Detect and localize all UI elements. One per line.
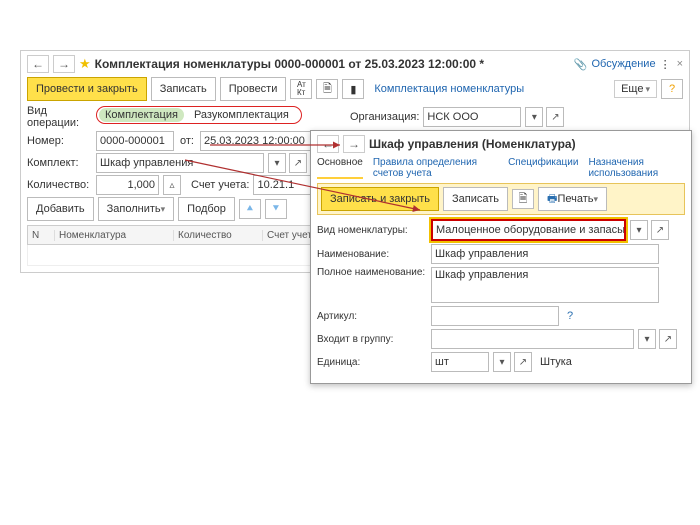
nested-forward-button[interactable]: → xyxy=(343,135,365,153)
kit-field[interactable]: Шкаф управления xyxy=(96,153,264,173)
org-label: Организация: xyxy=(350,111,419,123)
name-field[interactable]: Шкаф управления xyxy=(431,244,659,264)
write-button[interactable]: Записать xyxy=(151,77,216,101)
kit-label: Комплект: xyxy=(27,157,92,169)
fullname-field[interactable]: Шкаф управления xyxy=(431,267,659,303)
window-title: Комплектация номенклатуры 0000-000001 от… xyxy=(95,57,484,71)
op-type-tabs: Комплектация Разукомплектация xyxy=(96,106,302,124)
number-field[interactable]: 0000-000001 xyxy=(96,131,174,151)
unit-dropdown-icon[interactable]: ▾ xyxy=(493,352,511,372)
fill-button[interactable]: Заполнить ▾ xyxy=(98,197,175,221)
fullname-label: Полное наименование: xyxy=(317,267,427,278)
type-open-icon[interactable]: ↗ xyxy=(651,220,669,240)
nested-print-button[interactable]: 🖶 Печать ▾ xyxy=(538,187,607,211)
unit-full-label: Штука xyxy=(540,356,572,368)
add-button[interactable]: Добавить xyxy=(27,197,94,221)
nested-toolbar: Записать и закрыть Записать 🗎 🖶 Печать ▾ xyxy=(317,183,685,215)
nested-window: ← → Шкаф управления (Номенклатура) Основ… xyxy=(310,130,692,384)
type-field[interactable]: Малоценное оборудование и запасы xyxy=(431,219,626,241)
op-type-label: Вид операции: xyxy=(27,105,92,129)
move-down-icon[interactable]: ⯆ xyxy=(265,199,287,219)
acct-label: Счет учета: xyxy=(191,179,249,191)
back-button[interactable]: ← xyxy=(27,55,49,73)
kebab-icon[interactable]: ⋮ xyxy=(660,58,669,71)
date-field[interactable]: 25.03.2023 12:00:00 xyxy=(200,131,318,151)
nested-save-close-button[interactable]: Записать и закрыть xyxy=(321,187,439,211)
type-dropdown-icon[interactable]: ▾ xyxy=(630,220,648,240)
move-up-icon[interactable]: ⯅ xyxy=(239,199,261,219)
barcode-icon[interactable]: ▮ xyxy=(342,79,364,99)
kit-open-icon[interactable]: ↗ xyxy=(289,153,307,173)
qty-label: Количество: xyxy=(27,179,92,191)
name-label: Наименование: xyxy=(317,249,427,260)
dt-kt-icon[interactable]: АтКт xyxy=(290,79,312,99)
qty-stepper[interactable]: ▵ xyxy=(163,175,181,195)
star-icon[interactable]: ★ xyxy=(79,56,91,72)
kit-dropdown-icon[interactable]: ▾ xyxy=(268,153,286,173)
tab-rules[interactable]: Правила определения счетов учета xyxy=(373,157,498,179)
tab-main[interactable]: Основное xyxy=(317,157,363,179)
nested-back-button[interactable]: ← xyxy=(317,135,339,153)
nested-write-button[interactable]: Записать xyxy=(443,187,508,211)
number-label: Номер: xyxy=(27,135,92,147)
tab-komplektatsiya[interactable]: Комплектация xyxy=(99,108,184,122)
tab-specs[interactable]: Спецификации xyxy=(508,157,578,179)
col-nomenclature: Номенклатура xyxy=(55,230,174,241)
report-icon[interactable]: 🗎 xyxy=(316,79,338,99)
type-label: Вид номенклатуры: xyxy=(317,225,427,236)
group-open-icon[interactable]: ↗ xyxy=(659,329,677,349)
group-label: Входит в группу: xyxy=(317,334,427,345)
help-icon[interactable]: ? xyxy=(661,79,683,99)
from-label: от: xyxy=(180,135,194,147)
nested-tabs: Основное Правила определения счетов учет… xyxy=(317,157,685,179)
col-qty: Количество xyxy=(174,230,263,241)
forward-button[interactable]: → xyxy=(53,55,75,73)
more-button[interactable]: Еще▾ xyxy=(614,80,657,98)
breadcrumb-link[interactable]: Комплектация номенклатуры xyxy=(374,83,524,95)
group-dropdown-icon[interactable]: ▾ xyxy=(638,329,656,349)
close-icon[interactable]: × xyxy=(677,58,683,70)
nested-title: Шкаф управления (Номенклатура) xyxy=(369,137,576,151)
unit-field[interactable]: шт xyxy=(431,352,489,372)
nested-report-icon[interactable]: 🗎 xyxy=(512,189,534,209)
tab-usages[interactable]: Назначения использования xyxy=(588,157,685,179)
unit-label: Единица: xyxy=(317,357,427,368)
post-button[interactable]: Провести xyxy=(220,77,287,101)
attach-icon[interactable]: 📎 xyxy=(574,58,588,71)
artikul-label: Артикул: xyxy=(317,311,427,322)
qty-field[interactable]: 1,000 xyxy=(96,175,159,195)
group-field[interactable] xyxy=(431,329,634,349)
org-field[interactable]: НСК ООО xyxy=(423,107,521,127)
pick-button[interactable]: Подбор xyxy=(178,197,235,221)
unit-open-icon[interactable]: ↗ xyxy=(514,352,532,372)
acct-field[interactable]: 10.21.1 xyxy=(253,175,311,195)
discuss-link[interactable]: Обсуждение xyxy=(591,58,655,70)
org-open-icon[interactable]: ↗ xyxy=(546,107,564,127)
post-and-close-button[interactable]: Провести и закрыть xyxy=(27,77,147,101)
artikul-help-icon[interactable]: ? xyxy=(567,310,573,322)
tab-razukomplektatsiya[interactable]: Разукомплектация xyxy=(188,108,295,122)
col-n: N xyxy=(28,230,55,241)
org-dropdown-icon[interactable]: ▾ xyxy=(525,107,543,127)
artikul-field[interactable] xyxy=(431,306,559,326)
